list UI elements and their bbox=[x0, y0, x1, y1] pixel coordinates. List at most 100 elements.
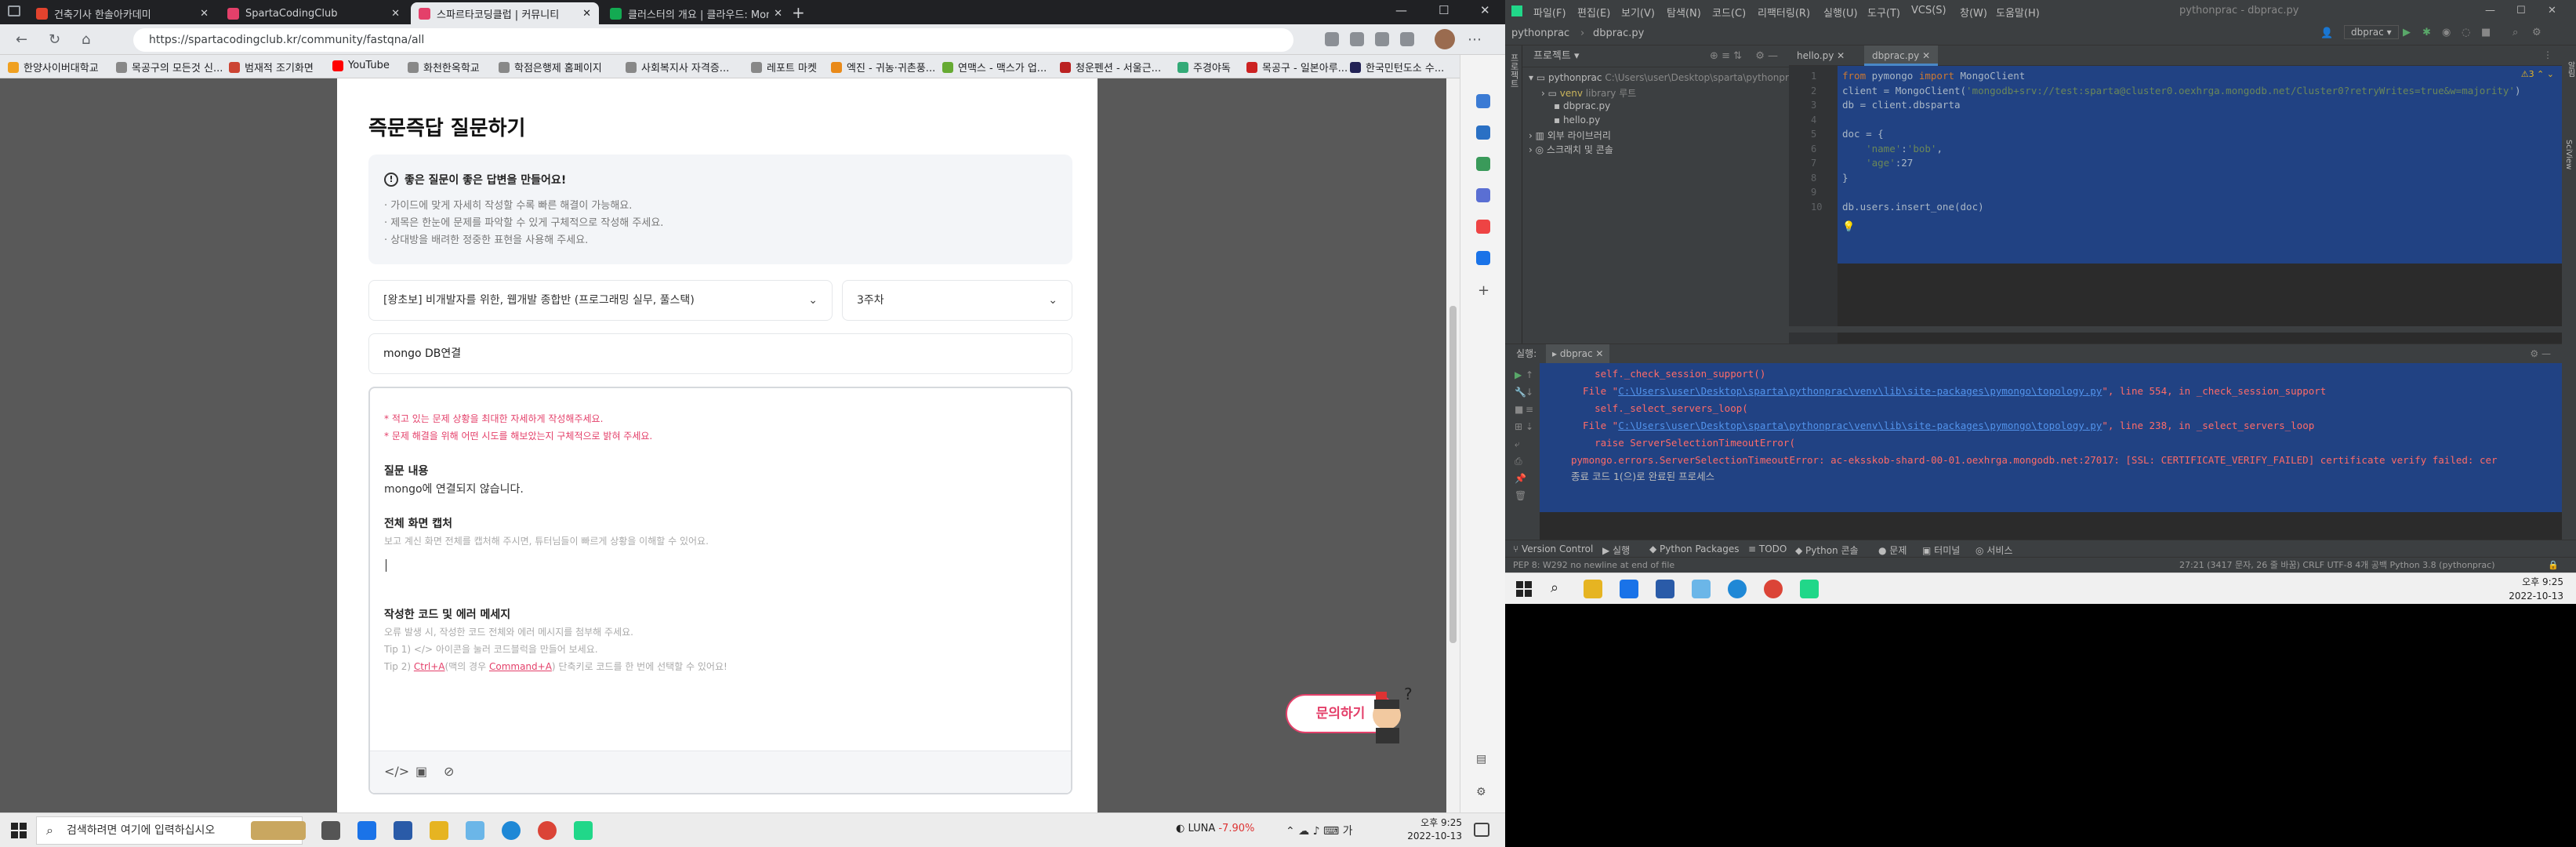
week-select[interactable]: 3주차 ⌄ bbox=[842, 280, 1072, 321]
taskbar-clock[interactable]: 오후 9:25 2022-10-13 bbox=[1407, 816, 1462, 843]
back-icon[interactable]: ← bbox=[16, 31, 27, 48]
bookmark-item[interactable]: 엑진 - 귀농·귀촌풍... bbox=[831, 60, 935, 75]
scroll-end-icon[interactable]: ⇣ bbox=[1526, 421, 1533, 432]
tool-tab-terminal[interactable]: ▣ 터미널 bbox=[1922, 543, 1960, 557]
tree-external-libs[interactable]: › ▥ 외부 라이브러리 bbox=[1529, 129, 1611, 142]
menu-edit[interactable]: 편집(E) bbox=[1577, 5, 1610, 20]
run-tab[interactable]: ▸ dbprac ✕ bbox=[1546, 344, 1610, 363]
menu-file[interactable]: 파일(F) bbox=[1533, 5, 1566, 20]
tab-actions-icon[interactable] bbox=[8, 5, 20, 16]
file-explorer-icon[interactable] bbox=[430, 821, 448, 840]
run-icon[interactable]: ▶ bbox=[2403, 27, 2411, 38]
home-icon[interactable]: ⌂ bbox=[82, 31, 90, 48]
stop-icon[interactable]: ■ bbox=[1515, 404, 1523, 415]
windows-start-icon[interactable] bbox=[1516, 581, 1532, 597]
bookmark-item[interactable]: 연맥스 - 맥스가 업... bbox=[942, 60, 1047, 75]
sciview-tool-tab[interactable]: SciView bbox=[2564, 140, 2573, 169]
menu-view[interactable]: 보기(V) bbox=[1621, 5, 1655, 20]
close-tab-icon[interactable]: ✕ bbox=[582, 8, 591, 20]
games-icon[interactable] bbox=[1476, 188, 1490, 202]
tab-community[interactable]: 스파르타코딩클럽 | 커뮤니티 ✕ bbox=[411, 2, 599, 24]
tree-file-hello[interactable]: ▪ hello.py bbox=[1554, 115, 1600, 125]
app-icon[interactable] bbox=[1692, 580, 1711, 598]
minimize-icon[interactable]: — bbox=[1395, 3, 1407, 17]
bookmark-item[interactable]: 청운펜션 - 서울근... bbox=[1060, 60, 1161, 75]
edge-icon[interactable] bbox=[502, 821, 521, 840]
tool-tab-run[interactable]: ▶ 실행 bbox=[1602, 543, 1630, 557]
image-icon[interactable]: ▣ bbox=[415, 764, 427, 779]
tab-spartacodingclub[interactable]: SpartaCodingClub ✕ bbox=[220, 2, 408, 24]
url-field[interactable]: https://spartacodingclub.kr/community/fa… bbox=[133, 28, 1293, 52]
bookmark-item[interactable]: 사회복지사 자격증... bbox=[626, 60, 729, 75]
tree-venv[interactable]: › ▭ venv library 루트 bbox=[1541, 86, 1636, 100]
store-icon[interactable] bbox=[394, 821, 412, 840]
close-window-icon[interactable]: ✕ bbox=[2548, 5, 2556, 16]
bookmark-item[interactable]: 목공구의 모든것 신... bbox=[116, 60, 223, 75]
pycharm-icon[interactable] bbox=[574, 821, 593, 840]
sidebar-layout-icon[interactable]: ▤ bbox=[1476, 753, 1486, 765]
debug-icon[interactable]: ✱ bbox=[2422, 27, 2431, 38]
maximize-icon[interactable]: ☐ bbox=[1439, 3, 1449, 17]
inspection-widget[interactable]: ⚠3 ⌃ ⌄ bbox=[2521, 69, 2554, 79]
settings-icon[interactable]: ⚙ bbox=[1476, 786, 1486, 798]
scrollbar-thumb[interactable] bbox=[1449, 306, 1457, 643]
editor-tab-hello[interactable]: hello.py ✕ bbox=[1789, 45, 1852, 66]
bookmark-item[interactable]: 한양사이버대학교 bbox=[8, 60, 99, 75]
status-info[interactable]: 27:21 (3417 문자, 26 줄 바꿈) CRLF UTF-8 4개 공… bbox=[2179, 558, 2495, 573]
maximize-icon[interactable]: ☐ bbox=[2516, 5, 2526, 16]
print-icon[interactable]: ⎙ bbox=[1515, 456, 1522, 467]
office-icon[interactable] bbox=[1476, 220, 1490, 234]
windows-start-icon[interactable] bbox=[11, 823, 27, 838]
chrome-icon[interactable] bbox=[1764, 580, 1783, 598]
wrench-icon[interactable]: 🔧 bbox=[1515, 387, 1526, 398]
new-tab-icon[interactable]: + bbox=[792, 3, 805, 22]
menu-vcs[interactable]: VCS(S) bbox=[1911, 5, 1947, 16]
close-tab-icon[interactable]: ✕ bbox=[200, 8, 209, 20]
editor-horizontal-scrollbar[interactable] bbox=[1789, 326, 2562, 333]
tab-hansol[interactable]: 건축기사 한솔아카데미 ✕ bbox=[28, 2, 216, 24]
tab-mongodb[interactable]: 클러스터의 개요 | 클라우드: Mon ✕ bbox=[602, 2, 790, 24]
editor-tab-menu-icon[interactable]: ⋮ bbox=[2543, 49, 2552, 60]
store-icon[interactable] bbox=[1656, 580, 1674, 598]
notification-icon[interactable] bbox=[1474, 823, 1489, 837]
user-icon[interactable]: 👤 bbox=[2320, 27, 2333, 39]
chrome-icon[interactable] bbox=[538, 821, 557, 840]
search-everywhere-icon[interactable]: ⌕ bbox=[2513, 27, 2518, 38]
breadcrumb-file[interactable]: dbprac.py bbox=[1593, 27, 1644, 39]
edge-icon[interactable] bbox=[1728, 580, 1747, 598]
settings-icon[interactable]: ⚙ bbox=[2532, 27, 2542, 38]
collapse-icon[interactable]: ⊕ ≡ ⇅ bbox=[1710, 45, 1742, 67]
close-window-icon[interactable]: ✕ bbox=[1480, 3, 1490, 17]
course-select[interactable]: [왕초보] 비개발자를 위한, 웹개발 종합반 (프로그래밍 실무, 풀스택) … bbox=[368, 280, 833, 321]
rerun-icon[interactable]: ▶ bbox=[1515, 369, 1522, 380]
traceback-file-link[interactable]: C:\Users\user\Desktop\sparta\pythonprac\… bbox=[1618, 385, 2102, 397]
delete-icon[interactable]: 🗑 bbox=[1515, 490, 1526, 501]
page-scrollbar[interactable] bbox=[1446, 78, 1460, 812]
search-icon[interactable]: ⌕ bbox=[1551, 580, 1558, 596]
menu-window[interactable]: 창(W) bbox=[1960, 5, 1987, 20]
bookmark-item[interactable]: 학점은행제 홈페이지 bbox=[499, 60, 602, 75]
pin-icon[interactable]: 📌 bbox=[1515, 473, 1526, 484]
scroll-up-icon[interactable]: ↑ bbox=[1526, 369, 1533, 380]
tool-tab-problems[interactable]: ● 문제 bbox=[1878, 543, 1907, 557]
question-title-input[interactable]: mongo DB연결 bbox=[368, 333, 1072, 374]
wrap-icon[interactable]: ≡ bbox=[1526, 404, 1533, 415]
tree-root[interactable]: ▾ ▭ pythonprac C:\Users\user\Desktop\spa… bbox=[1529, 72, 1800, 83]
luna-ticker[interactable]: ◐ LUNA -7.90% bbox=[1176, 823, 1254, 834]
stop-icon[interactable]: ■ bbox=[2481, 27, 2491, 38]
menu-navigate[interactable]: 탐색(N) bbox=[1667, 5, 1701, 20]
tools-icon[interactable] bbox=[1476, 157, 1490, 171]
pycharm-icon[interactable] bbox=[1800, 580, 1819, 598]
add-icon[interactable]: + bbox=[1478, 282, 1489, 299]
system-tray[interactable]: ⌃ ☁ ♪ ⌨ 가 bbox=[1286, 823, 1353, 838]
mail-icon[interactable] bbox=[357, 821, 376, 840]
tool-tab-python-console[interactable]: ◆ Python 콘솔 bbox=[1795, 543, 1859, 557]
breadcrumb-project[interactable]: pythonprac bbox=[1511, 27, 1569, 39]
editor-tab-dbprac[interactable]: dbprac.py ✕ bbox=[1864, 45, 1939, 66]
file-explorer-icon[interactable] bbox=[1584, 580, 1602, 598]
scroll-down-icon[interactable]: ↓ bbox=[1526, 387, 1533, 398]
tree-scratches[interactable]: › ◎ 스크래치 및 콘솔 bbox=[1529, 143, 1613, 156]
menu-run[interactable]: 실행(U) bbox=[1823, 5, 1858, 20]
notifications-tool-tab[interactable]: 알림 bbox=[2564, 61, 2576, 77]
bookmark-item[interactable]: 주경야독 bbox=[1177, 60, 1231, 75]
